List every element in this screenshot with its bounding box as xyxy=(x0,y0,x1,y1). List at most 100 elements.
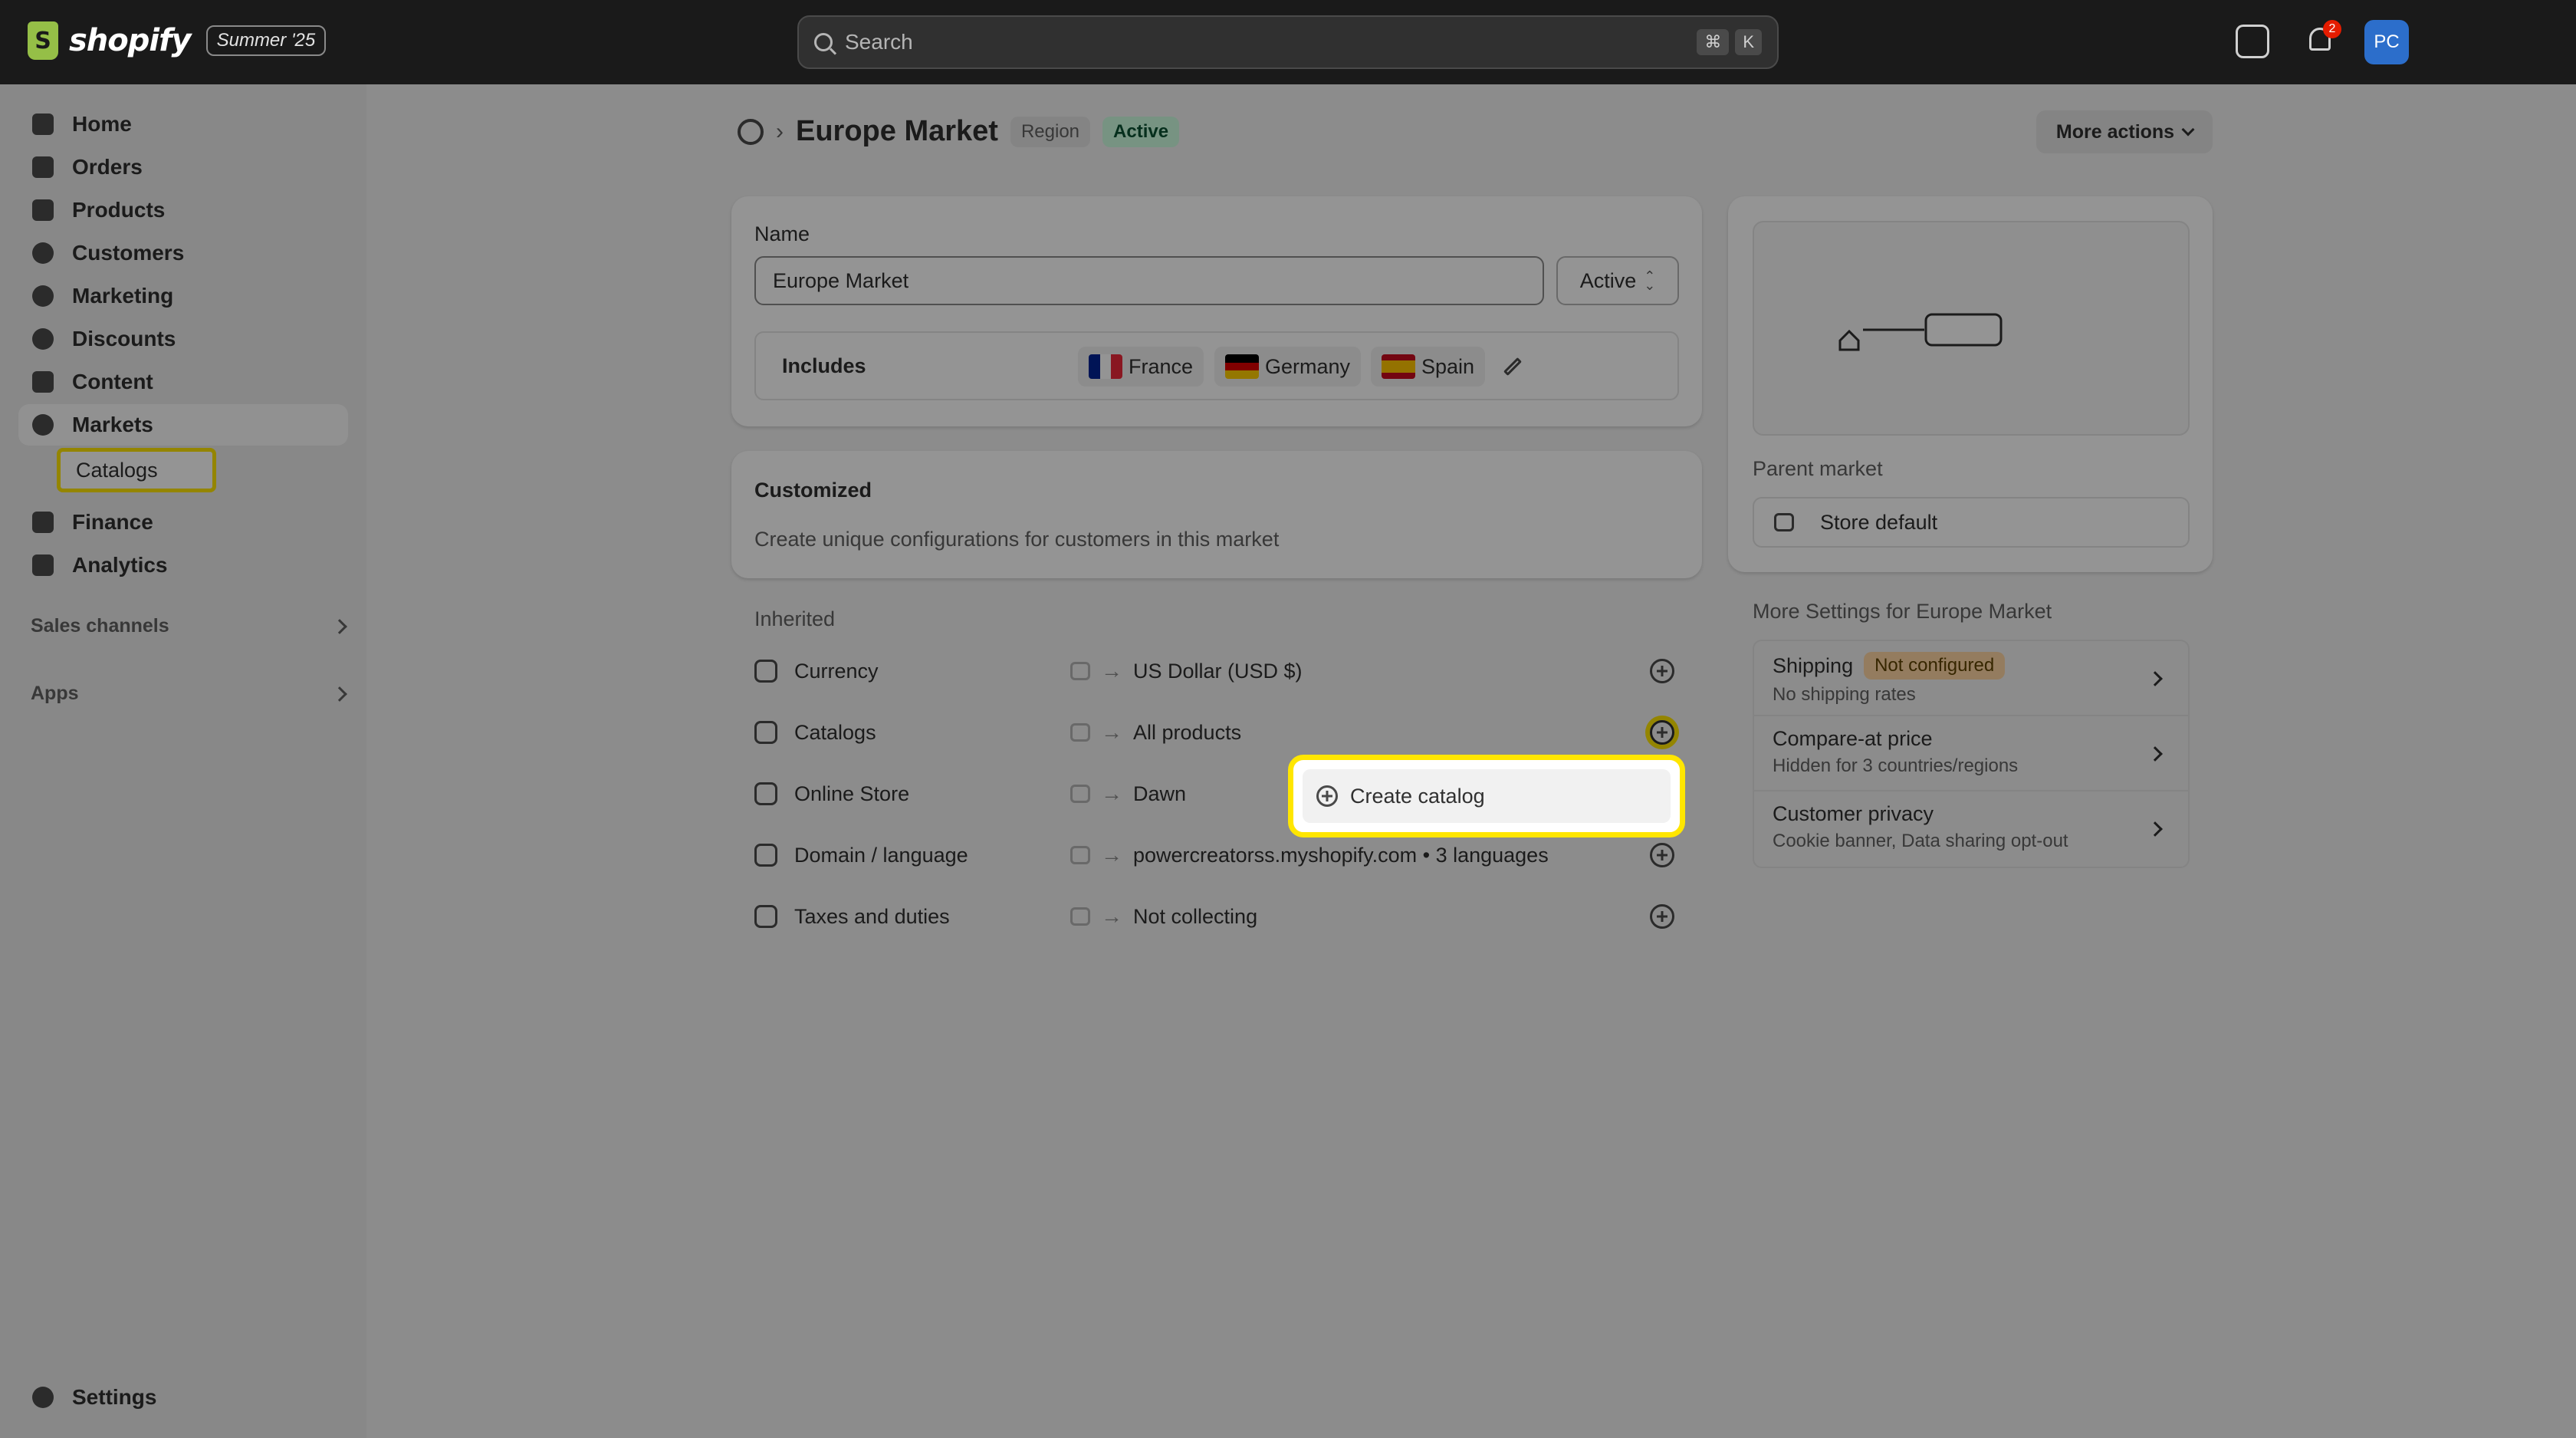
name-label: Name xyxy=(754,222,810,245)
sidebar-item-finance[interactable]: Finance xyxy=(18,502,348,543)
domain-icon xyxy=(754,844,777,867)
search-icon xyxy=(814,33,833,51)
sidebar-item-label: Markets xyxy=(72,413,153,436)
shopify-logo[interactable]: shopify Summer '25 xyxy=(28,21,327,60)
arrow-right-icon: → xyxy=(1101,659,1122,683)
taxes-icon xyxy=(754,905,777,928)
arrow-right-icon: → xyxy=(1101,720,1122,744)
sidebar-item-settings[interactable]: Settings xyxy=(18,1377,348,1418)
setting-customer-privacy[interactable]: Customer privacy Cookie banner, Data sha… xyxy=(1754,791,2188,867)
inherited-title: Inherited xyxy=(754,607,836,630)
sidebar-item-discounts[interactable]: Discounts xyxy=(18,318,348,360)
customized-description: Create unique configurations for custome… xyxy=(754,528,1280,551)
inherited-row-currency: Currency → US Dollar (USD $) xyxy=(754,648,1674,694)
image-icon xyxy=(32,371,54,393)
more-settings-list: Shipping Not configured No shipping rates… xyxy=(1753,640,2190,868)
sidebar-item-customers[interactable]: Customers xyxy=(18,232,348,274)
sidebar-item-orders[interactable]: Orders xyxy=(18,146,348,188)
arrow-right-icon: → xyxy=(1101,904,1122,928)
add-taxes-button[interactable] xyxy=(1650,904,1674,929)
add-catalog-button[interactable] xyxy=(1650,720,1674,745)
add-domain-button[interactable] xyxy=(1650,843,1674,867)
store-icon xyxy=(1070,662,1090,680)
sidebar-item-label: Finance xyxy=(72,510,153,534)
parent-market-label: Parent market xyxy=(1753,457,1883,480)
not-configured-badge: Not configured xyxy=(1864,652,2006,680)
search-placeholder: Search xyxy=(845,30,913,54)
sidebar-item-label: Content xyxy=(72,370,153,393)
name-input[interactable]: Europe Market xyxy=(754,256,1544,305)
setting-compare-at-price[interactable]: Compare-at price Hidden for 3 countries/… xyxy=(1754,716,2188,791)
notifications-button[interactable]: 2 xyxy=(2303,20,2341,58)
sidebar-subitem-catalogs[interactable]: Catalogs xyxy=(57,448,216,492)
setting-title: Customer privacy xyxy=(1773,802,1934,825)
create-catalog-button[interactable]: Create catalog xyxy=(1303,769,1671,823)
france-flag-icon xyxy=(1089,354,1122,379)
edition-badge[interactable]: Summer '25 xyxy=(205,25,327,56)
currency-icon xyxy=(754,660,777,683)
catalog-popover: Create catalog xyxy=(1288,755,1685,837)
spain-flag-icon xyxy=(1382,354,1415,379)
includes-label: Includes xyxy=(782,354,866,377)
store-icon[interactable] xyxy=(2236,25,2269,58)
parent-market-select[interactable]: Store default xyxy=(1753,497,2190,548)
status-select[interactable]: Active ⌃ ⌄ xyxy=(1556,256,1679,305)
more-actions-button[interactable]: More actions xyxy=(2036,110,2213,153)
markets-globe-icon[interactable] xyxy=(738,118,764,145)
market-hierarchy-diagram xyxy=(1838,313,2003,351)
apps-label: Apps xyxy=(31,683,79,704)
setting-shipping[interactable]: Shipping Not configured No shipping rates xyxy=(1754,641,2188,716)
breadcrumb: › Europe Market Region Active xyxy=(738,115,1180,148)
apps-section[interactable]: Apps xyxy=(31,683,347,705)
search-bar[interactable]: Search ⌘ K xyxy=(797,15,1779,69)
shortcut-k: K xyxy=(1735,29,1762,55)
arrow-right-icon: → xyxy=(1101,782,1122,805)
sidebar-item-home[interactable]: Home xyxy=(18,104,348,145)
page-title: Europe Market xyxy=(796,115,998,147)
edit-pencil-icon[interactable] xyxy=(1503,357,1523,377)
chevron-right-icon xyxy=(332,618,347,634)
setting-subtitle: No shipping rates xyxy=(1773,684,1916,705)
top-bar: shopify Summer '25 Search ⌘ K 2 PC xyxy=(0,0,2576,84)
customized-title: Customized xyxy=(754,479,872,502)
avatar[interactable]: PC xyxy=(2364,20,2409,64)
country-name: Spain xyxy=(1421,354,1475,378)
inherited-row-catalogs: Catalogs → All products xyxy=(754,709,1674,755)
setting-title: Compare-at price xyxy=(1773,727,1933,750)
row-value: All products xyxy=(1133,720,1242,744)
parent-market-value: Store default xyxy=(1820,510,1938,534)
row-value: Not collecting xyxy=(1133,904,1258,928)
chevron-right-icon xyxy=(332,686,347,702)
sidebar-item-marketing[interactable]: Marketing xyxy=(18,275,348,317)
country-name: Germany xyxy=(1265,354,1351,378)
discount-icon xyxy=(32,328,54,350)
catalog-icon xyxy=(754,721,777,744)
arrow-right-icon: → xyxy=(1101,843,1122,867)
store-icon xyxy=(1070,846,1090,864)
gear-icon xyxy=(32,1387,54,1408)
globe-icon xyxy=(32,414,54,436)
sidebar-item-label: Orders xyxy=(72,155,143,179)
add-currency-button[interactable] xyxy=(1650,659,1674,683)
sidebar-item-markets[interactable]: Markets xyxy=(18,404,348,446)
shortcut-cmd: ⌘ xyxy=(1697,29,1730,55)
sales-channels-section[interactable]: Sales channels xyxy=(31,615,347,637)
sidebar-item-content[interactable]: Content xyxy=(18,361,348,403)
setting-subtitle: Cookie banner, Data sharing opt-out xyxy=(1773,831,2068,851)
row-name: Domain / language xyxy=(794,843,968,867)
row-name: Catalogs xyxy=(794,720,876,744)
target-icon xyxy=(32,285,54,307)
sidebar-item-analytics[interactable]: Analytics xyxy=(18,545,348,586)
status-select-value: Active xyxy=(1579,268,1637,292)
row-name: Online Store xyxy=(794,782,910,805)
country-chip-france[interactable]: France xyxy=(1078,347,1204,387)
country-chip-germany[interactable]: Germany xyxy=(1214,347,1362,387)
sidebar-item-products[interactable]: Products xyxy=(18,189,348,231)
sales-channels-label: Sales channels xyxy=(31,615,169,637)
country-chip-spain[interactable]: Spain xyxy=(1371,347,1486,387)
customized-card xyxy=(731,451,1702,578)
sidebar-item-label: Home xyxy=(72,112,132,136)
row-name: Currency xyxy=(794,659,879,683)
store-icon xyxy=(1774,513,1794,531)
bank-icon xyxy=(32,512,54,533)
